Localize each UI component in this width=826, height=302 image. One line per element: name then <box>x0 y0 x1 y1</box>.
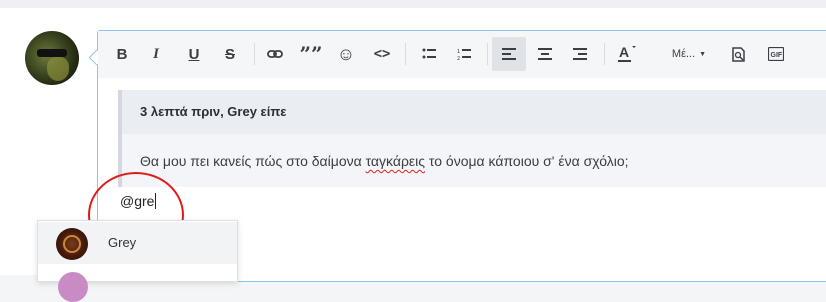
svg-text:A: A <box>619 44 629 60</box>
quote-text-end: το όνομα κάποιου σ' ένα σχόλιο; <box>425 153 629 169</box>
editor-toolbar: B I U S ”” ☺ <> 12 A Μέ... ▼ GIF <box>98 31 826 78</box>
underline-button[interactable]: U <box>177 37 211 71</box>
avatar-emblem <box>63 235 81 253</box>
align-right-button[interactable] <box>563 37 597 71</box>
align-center-button[interactable] <box>528 37 562 71</box>
misspelled-word[interactable]: ταγκάρεις <box>366 153 425 169</box>
avatar-face <box>47 57 69 81</box>
quote-text-start: Θα μου πει κανείς πώς στο δαίμονα <box>140 153 366 169</box>
chevron-down-icon: ▼ <box>699 50 707 58</box>
quote-header[interactable]: 3 λεπτά πριν, Grey είπε <box>122 90 826 134</box>
bullet-list-button[interactable] <box>412 37 446 71</box>
align-right-icon <box>573 48 587 60</box>
align-center-icon <box>538 48 552 60</box>
align-left-icon <box>502 48 516 60</box>
mention-suggestions: Grey <box>37 220 238 302</box>
align-left-button[interactable] <box>492 37 526 71</box>
user-avatar[interactable] <box>25 31 79 85</box>
gif-button[interactable]: GIF <box>759 37 793 71</box>
italic-button[interactable]: I <box>139 37 173 71</box>
text-color-icon: A <box>618 44 636 62</box>
preview-icon <box>732 46 745 62</box>
bullet-list-icon <box>422 48 436 59</box>
avatar-glasses <box>37 49 67 57</box>
svg-text:1: 1 <box>457 49 460 55</box>
link-icon <box>267 50 283 58</box>
font-size-dropdown[interactable]: Μέ... ▼ <box>664 37 714 71</box>
text-color-button[interactable]: A <box>610 37 644 71</box>
suggestion-avatar <box>58 272 88 302</box>
toolbar-separator <box>405 43 406 65</box>
code-button[interactable]: <> <box>365 37 399 71</box>
quote-button[interactable]: ”” <box>294 37 328 71</box>
bold-button[interactable]: B <box>105 37 139 71</box>
quote-block: 3 λεπτά πριν, Grey είπε Θα μου πει κανεί… <box>118 90 826 187</box>
toolbar-separator <box>254 43 255 65</box>
link-button[interactable] <box>258 37 292 71</box>
suggestion-avatar <box>56 228 88 260</box>
top-divider <box>0 0 826 8</box>
gif-icon: GIF <box>768 47 784 61</box>
numbered-list-button[interactable]: 12 <box>447 37 481 71</box>
toolbar-separator <box>487 43 488 65</box>
toolbar-separator <box>604 43 605 65</box>
smilie-button[interactable]: ☺ <box>329 37 363 71</box>
suggestion-name: Grey <box>108 235 137 250</box>
quote-body: Θα μου πει κανείς πώς στο δαίμονα ταγκάρ… <box>140 153 629 169</box>
svg-text:2: 2 <box>457 56 460 61</box>
suggestion-item[interactable] <box>38 266 237 302</box>
preview-button[interactable] <box>722 37 756 71</box>
suggestion-item[interactable]: Grey <box>38 222 237 264</box>
strikethrough-button[interactable]: S <box>213 37 247 71</box>
font-size-label: Μέ... <box>671 48 696 60</box>
svg-text:GIF: GIF <box>771 52 783 59</box>
numbered-list-icon: 12 <box>457 48 471 61</box>
